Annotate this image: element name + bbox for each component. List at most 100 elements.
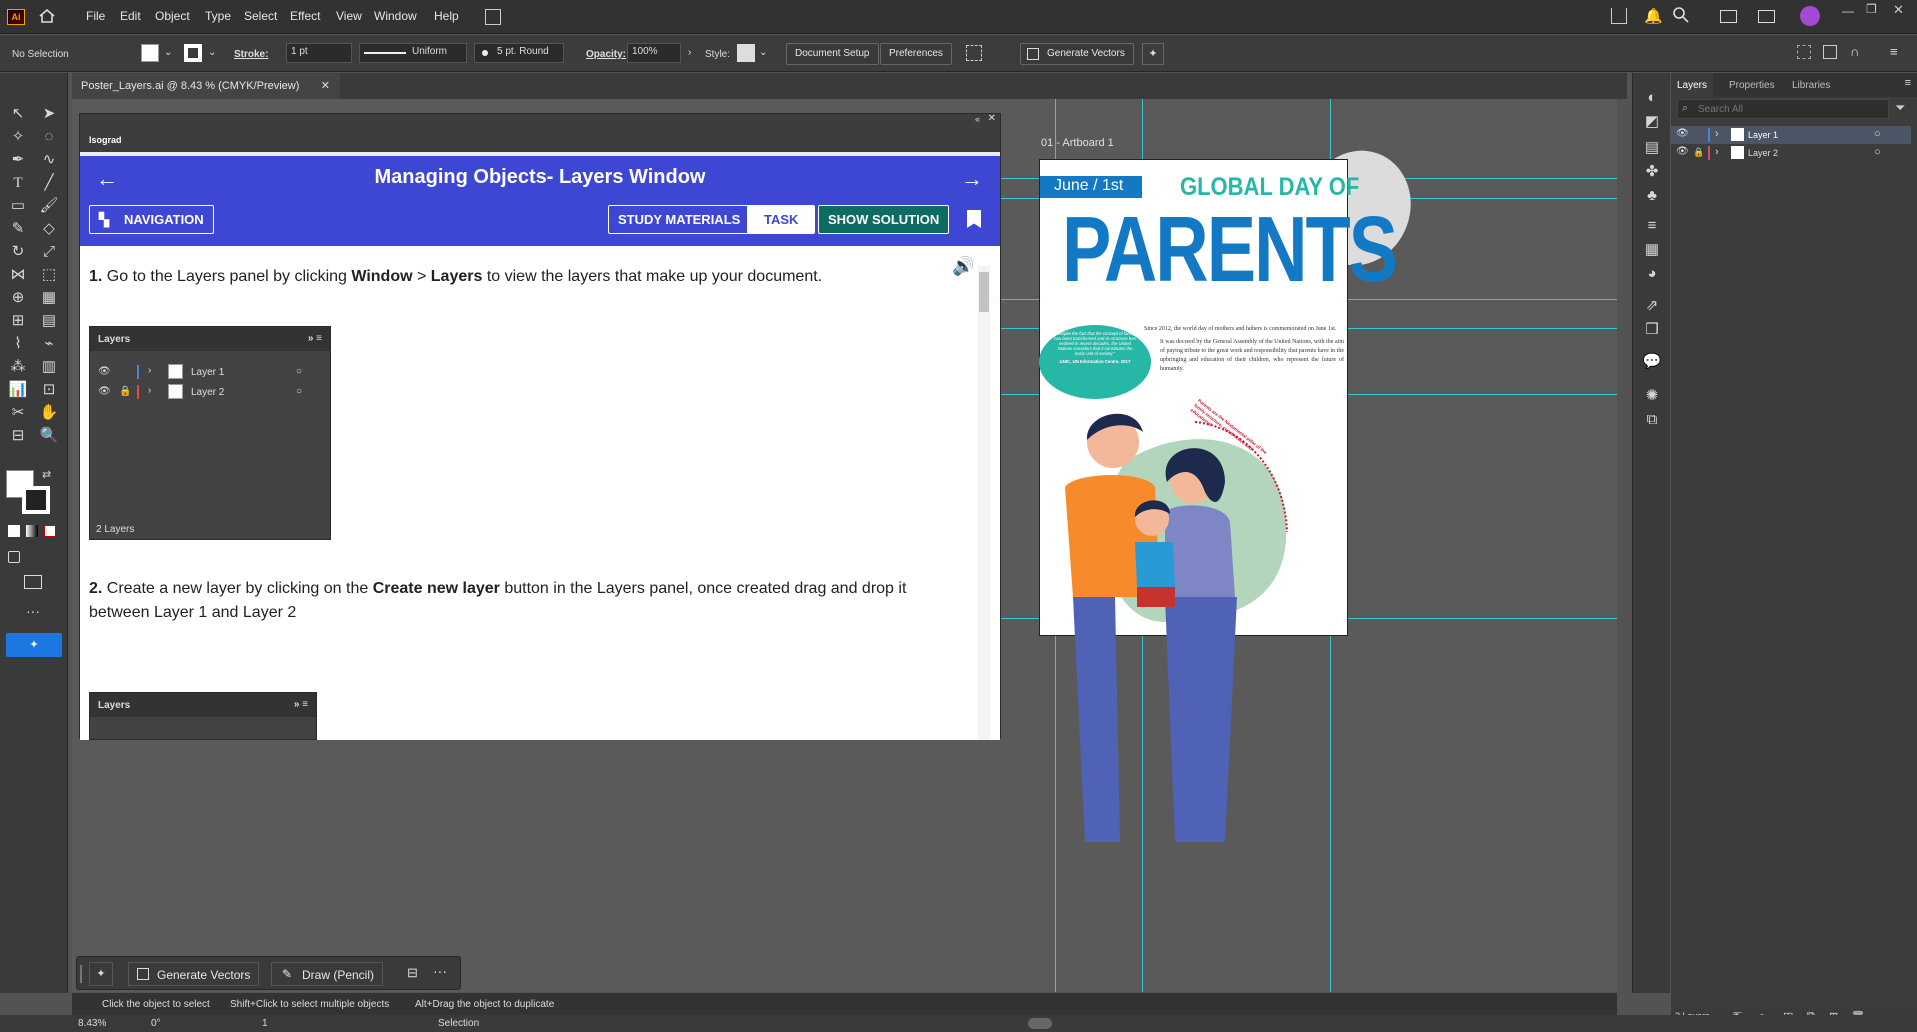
layer-name[interactable]: Layer 2 [1748, 148, 1778, 158]
bookmark-icon[interactable] [967, 210, 981, 228]
filter-icon[interactable]: ⏷ [1895, 100, 1905, 116]
generative-ai-icon[interactable]: ✦ [6, 633, 62, 657]
gradient-panel-icon[interactable]: ▦ [1641, 239, 1663, 261]
menu-window[interactable]: Window [374, 9, 417, 23]
magic-wand-icon[interactable]: ✧ [7, 126, 29, 148]
pin-icon[interactable]: ✦ [1142, 43, 1164, 65]
gradient-tool-icon[interactable]: ▤ [38, 310, 60, 332]
chevron-right-icon[interactable]: › [1715, 128, 1719, 140]
rectangle-tool-icon[interactable]: ▭ [7, 195, 29, 217]
mesh-tool-icon[interactable]: ⊞ [7, 310, 29, 332]
menu-edit[interactable]: Edit [120, 9, 141, 23]
rotate-tool-icon[interactable]: ↻ [7, 241, 29, 263]
search-icon[interactable] [1672, 6, 1690, 27]
screen-mode-icon[interactable] [24, 575, 42, 589]
appearance-icon[interactable]: ◕ [1641, 263, 1663, 285]
eyedropper-icon[interactable]: ⌇ [7, 333, 29, 355]
generative-icon[interactable]: ✦ [89, 962, 113, 986]
panel-menu-icon[interactable]: ≡ [1890, 44, 1898, 59]
shaper-tool-icon[interactable]: ✎ [7, 218, 29, 240]
study-materials-button[interactable]: STUDY MATERIALS [608, 205, 751, 234]
layer-row-1[interactable]: 👁 › Layer 1 ○ [1671, 126, 1911, 144]
options-icon[interactable]: ⊟ [407, 965, 418, 981]
style-swatch[interactable] [737, 44, 755, 62]
minimize-icon[interactable]: — [1842, 4, 1854, 18]
panel-menu-icon[interactable]: ≡ [1905, 77, 1911, 89]
artboard-navigator[interactable]: 1 [262, 1018, 268, 1029]
menu-file[interactable]: File [86, 9, 105, 23]
target-icon[interactable]: ○ [1874, 146, 1881, 158]
perspective-grid-icon[interactable]: ▦ [38, 287, 60, 309]
bar-chart-icon[interactable]: 📊 [7, 379, 29, 401]
libraries-icon[interactable]: ◩ [1641, 111, 1663, 133]
scrollbar[interactable] [978, 266, 990, 740]
type-tool-icon[interactable]: T [7, 172, 29, 194]
draw-mode-icon[interactable] [8, 551, 20, 563]
layers-search[interactable]: ⌕ [1677, 99, 1889, 119]
audio-icon[interactable]: 🔊 [952, 256, 974, 277]
chevron-right-icon[interactable]: › [1715, 146, 1719, 158]
stroke-weight-field[interactable]: 1 pt [286, 43, 352, 63]
artboards-icon[interactable]: ❒ [1641, 319, 1663, 341]
paintbrush-icon[interactable]: 🖌 [38, 195, 60, 217]
scale-tool-icon[interactable]: ⤢ [38, 241, 60, 263]
close-panel-icon[interactable]: ✕ [988, 113, 996, 124]
eye-icon[interactable]: 👁 [1676, 128, 1689, 139]
task-button[interactable]: TASK [747, 205, 816, 234]
pen-tool-icon[interactable]: ✒ [7, 149, 29, 171]
align-icon[interactable] [966, 45, 982, 61]
draw-pencil-button[interactable]: ✎ Draw (Pencil) [271, 962, 384, 986]
user-avatar[interactable] [1800, 6, 1820, 26]
menu-effect[interactable]: Effect [290, 9, 320, 23]
layer-name[interactable]: Layer 1 [1748, 130, 1778, 140]
preferences-button[interactable]: Preferences [880, 43, 952, 65]
shape-builder-icon[interactable] [1823, 45, 1837, 59]
document-setup-button[interactable]: Document Setup [786, 43, 879, 65]
close-window-icon[interactable]: ✕ [1893, 2, 1904, 18]
restore-icon[interactable]: ❐ [1866, 2, 1877, 16]
workspace-switcher-icon[interactable] [1720, 10, 1737, 23]
brushes-icon[interactable]: ✤ [1641, 161, 1663, 183]
color-mode-icon[interactable] [8, 525, 20, 537]
transform-icon[interactable] [1797, 45, 1811, 59]
scrollbar-thumb[interactable] [979, 272, 989, 312]
more-options-icon[interactable]: ··· [433, 963, 447, 979]
asset-export-icon[interactable]: ⧉ [1641, 409, 1663, 431]
notifications-icon[interactable]: 🔔 [1644, 7, 1663, 25]
fill-swatch[interactable] [141, 44, 159, 62]
eye-icon[interactable]: 👁 [1676, 146, 1689, 157]
menu-select[interactable]: Select [244, 9, 277, 23]
arrange-documents-icon[interactable] [485, 9, 501, 25]
lock-icon[interactable]: 🔒 [1693, 147, 1704, 158]
tab-properties[interactable]: Properties [1723, 73, 1781, 97]
opacity-field[interactable]: 100% [627, 43, 681, 63]
curvature-tool-icon[interactable]: ∿ [38, 149, 60, 171]
slice-tool-icon[interactable]: ✂ [7, 402, 29, 424]
comments-icon[interactable]: 💬 [1641, 351, 1663, 373]
menu-view[interactable]: View [336, 9, 362, 23]
horizontal-scrollbar-thumb[interactable] [1028, 1018, 1052, 1029]
zoom-level[interactable]: 8.43% [78, 1018, 106, 1029]
home-icon[interactable] [38, 7, 56, 25]
stroke-swatch[interactable] [184, 44, 202, 62]
direct-selection-tool-icon[interactable]: ➤ [38, 103, 60, 125]
chevron-down-icon[interactable]: ⌄ [208, 47, 216, 58]
layers-icon[interactable]: ▤ [1641, 137, 1663, 159]
close-tab-icon[interactable]: ✕ [321, 79, 330, 92]
arrange-icon[interactable] [1758, 10, 1775, 23]
lasso-icon[interactable]: ◌ [38, 126, 60, 148]
stroke-color[interactable] [22, 486, 50, 514]
tab-layers[interactable]: Layers [1671, 73, 1714, 97]
export-icon[interactable]: ⇗ [1641, 295, 1663, 317]
show-solution-button[interactable]: SHOW SOLUTION [818, 205, 950, 234]
layers-search-input[interactable] [1698, 101, 1878, 117]
artboard[interactable]: June / 1st GLOBAL DAY OF PARENTS "Despit… [1039, 159, 1398, 842]
stroke-panel-icon[interactable]: ≡ [1641, 215, 1663, 237]
blend-tool-icon[interactable]: ⌁ [38, 333, 60, 355]
warp-icon[interactable]: ∩ [1850, 44, 1859, 59]
generate-vectors-task-button[interactable]: Generate Vectors [128, 962, 260, 986]
menu-type[interactable]: Type [205, 9, 231, 23]
swap-colors-icon[interactable]: ⇄ [42, 468, 51, 481]
forward-arrow-icon[interactable]: → [961, 166, 983, 192]
document-tab[interactable]: Poster_Layers.ai @ 8.43 % (CMYK/Preview)… [72, 73, 340, 99]
